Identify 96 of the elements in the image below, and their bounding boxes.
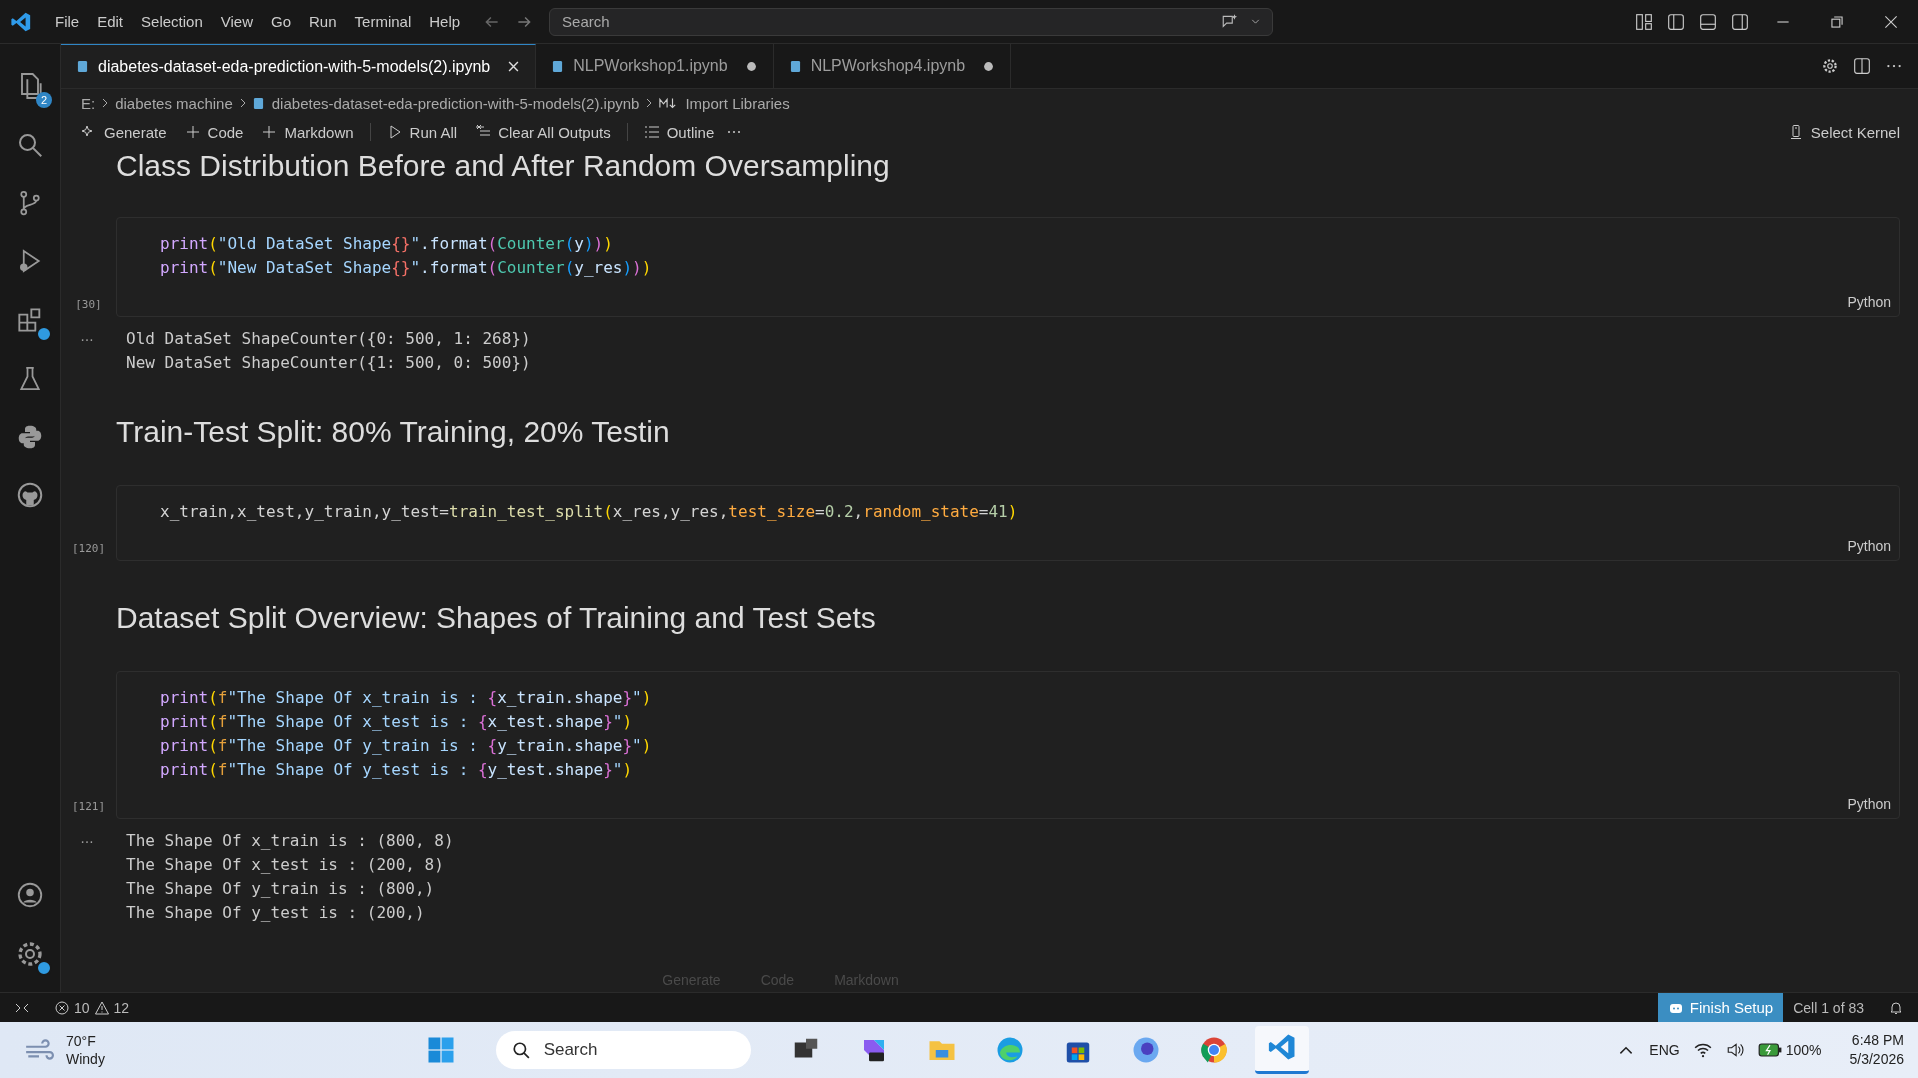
breadcrumb-item[interactable]: diabetes machine [115,94,233,112]
sync-badge [36,326,52,342]
notification-badge: 2 [36,92,52,108]
language-label[interactable]: Python [1847,294,1891,310]
menu-item[interactable]: Go [262,13,300,30]
menu-item[interactable]: Run [300,13,346,30]
editor-tab[interactable]: diabetes-dataset-eda-prediction-with-5-models(2).ipynb [61,44,537,88]
layout-icon[interactable] [1635,12,1653,31]
search-icon [511,1041,530,1059]
sync-badge [36,960,52,976]
battery-indicator[interactable]: 100% [1757,1041,1822,1059]
warning-icon[interactable] [93,999,110,1016]
search-bar[interactable]: Search [549,7,1274,36]
breadcrumb-item[interactable]: E: [81,94,96,112]
code-line: print(f"The Shape Of x_train is : {x_train.shape}") [160,687,653,709]
sidebar-toggle-icon[interactable] [1667,12,1685,31]
more-icon[interactable] [80,337,94,343]
battery-icon [1757,1041,1782,1059]
finish-setup-button[interactable]: Finish Setup [1657,993,1784,1022]
error-count[interactable]: 10 [74,999,90,1016]
unsaved-dot-icon[interactable] [745,60,757,72]
more-icon[interactable] [80,839,94,845]
execution-count: [30] [74,298,103,313]
code-cell[interactable]: x_train,x_test,y_train,y_test=train_test_split(x_res,y_res,test_size=0.2,random_state=41) Python [116,485,1900,561]
clock[interactable]: 6:48 PM 5/3/2026 [1849,1031,1904,1069]
split-editor-icon[interactable] [1853,57,1871,75]
plus-icon [261,124,278,140]
notebook-icon [252,96,264,110]
speaker-icon[interactable] [1725,1041,1744,1059]
breadcrumb-item[interactable]: Import Libraries [659,94,790,112]
editor-tab[interactable]: NLPWorkshop4.ipynb [773,44,1012,88]
output-line: The Shape Of x_train is : (800, 8) [126,830,454,852]
close-icon[interactable] [508,61,520,72]
secondary-sidebar-icon[interactable] [1731,12,1749,31]
wifi-icon[interactable] [1693,1041,1712,1059]
toolbar-button[interactable]: Generate [75,121,173,143]
language-label[interactable]: Python [1847,796,1891,812]
menu-item[interactable]: View [211,13,262,30]
execution-count: [121] [70,800,107,815]
bell-icon[interactable] [1888,999,1904,1016]
account-icon[interactable] [15,880,45,910]
weather-condition: Windy [66,1050,105,1068]
language-indicator[interactable]: ENG [1649,1042,1680,1058]
select-kernel-button[interactable]: Select Kernel [1781,121,1906,143]
vscode-taskbar-icon[interactable] [1254,1026,1309,1074]
github-icon[interactable] [15,480,45,510]
toolbar-button[interactable]: Outline [637,121,721,143]
output-line: Old DataSet ShapeCounter({0: 500, 1: 268}) [126,328,531,350]
plus-icon [184,124,201,140]
wind-icon[interactable] [24,1039,54,1061]
warning-count[interactable]: 12 [113,999,130,1016]
cell-position[interactable]: Cell 1 of 83 [1783,999,1874,1016]
output-line: The Shape Of x_test is : (200, 8) [126,854,445,876]
breadcrumb-item[interactable]: diabetes-dataset-eda-prediction-with-5-models(2).ipynb [252,94,640,112]
code-line: print(f"The Shape Of y_train is : {y_train.shape}") [160,735,653,757]
output-line: The Shape Of y_train is : (800,) [126,878,436,900]
menu-item[interactable]: Selection [132,13,212,30]
chevron-right-icon [101,97,110,109]
code-cell[interactable]: print("Old DataSet Shape{}".format(Counter(y))) print("New DataSet Shape{}".format(Counter(y_res))) Python [116,217,1900,317]
language-label[interactable]: Python [1847,538,1891,554]
toolbar-button[interactable]: Clear All Outputs [469,121,617,143]
toolbar-button[interactable]: Markdown [255,121,360,143]
menu-item[interactable]: Edit [88,13,133,30]
temperature: 70°F [66,1032,97,1050]
code-line: print("New DataSet Shape{}".format(Counter(y_res))) [160,257,653,279]
notebook-icon [552,59,564,73]
taskbar-search-field[interactable]: Search [495,1031,751,1069]
toolbar-button[interactable]: Code [178,121,250,143]
markdown-heading: Class Distribution Before and After Random Oversampling [115,148,891,183]
editor-tab[interactable]: NLPWorkshop1.ipynb [536,44,774,88]
markdown-icon [659,97,678,109]
menu-item[interactable]: Help [420,13,470,30]
list-icon [643,124,660,140]
markdown-heading: Dataset Split Overview: Shapes of Training and Test Sets [115,600,877,635]
menu-item[interactable]: Terminal [345,13,421,30]
code-line: print(f"The Shape Of y_test is : {y_test.shape}") [160,759,634,781]
output-line: The Shape Of y_test is : (200,) [126,902,426,924]
settings-icon[interactable] [1821,57,1839,75]
output-line: New DataSet ShapeCounter({1: 500, 0: 500}) [126,352,531,374]
toolbar-button[interactable]: Run All [380,121,464,143]
error-icon[interactable] [54,999,70,1016]
chevron-right-icon [645,97,654,109]
search-field[interactable]: Search [560,12,1212,31]
code-line: print("Old DataSet Shape{}".format(Counter(y))) [160,233,614,255]
unsaved-dot-icon[interactable] [983,60,995,72]
code-line: print(f"The Shape Of x_test is : {x_test.shape}") [160,711,634,733]
vscode-logo-icon [10,10,32,33]
menu-item[interactable]: File [46,13,89,30]
code-line: x_train,x_test,y_train,y_test=train_test_split(x_res,y_res,test_size=0.2,random_state=41) [160,501,1019,523]
notebook-icon [77,60,88,73]
markdown-heading: Train-Test Split: 80% Training, 20% Testin [115,414,671,449]
panel-toggle-icon[interactable] [1699,12,1717,31]
notebook-icon [789,59,801,73]
chrome-icon[interactable] [1198,1035,1229,1065]
chevron-right-icon [238,97,247,109]
execution-count: [120] [70,542,107,557]
